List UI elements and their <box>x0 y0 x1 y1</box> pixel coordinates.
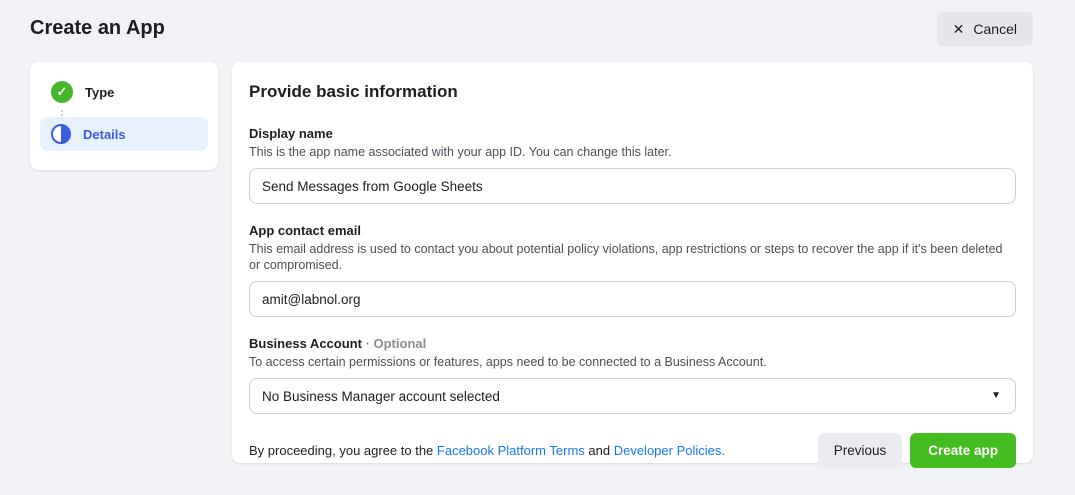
agreement-and: and <box>584 443 614 458</box>
page-title: Create an App <box>30 17 165 39</box>
developer-policies-link[interactable]: Developer Policies. <box>614 443 725 458</box>
form-footer: By proceeding, you agree to the Facebook… <box>249 433 1016 468</box>
check-circle-icon: ✓ <box>51 81 73 103</box>
connector-dot <box>61 110 63 112</box>
optional-text: · Optional <box>365 336 427 351</box>
check-icon: ✓ <box>56 84 68 99</box>
display-name-field-group: Display name This is the app name associ… <box>249 126 1016 204</box>
step-details[interactable]: Details <box>40 117 208 151</box>
business-account-label-text: Business Account <box>249 336 362 351</box>
cancel-button[interactable]: ✕ Cancel <box>936 12 1033 46</box>
business-account-select[interactable]: No Business Manager account selected ▼ <box>249 378 1016 414</box>
agreement-text: By proceeding, you agree to the Facebook… <box>249 443 810 458</box>
cancel-button-label: Cancel <box>973 21 1017 37</box>
close-icon: ✕ <box>952 21 965 37</box>
business-account-selected-value: No Business Manager account selected <box>262 388 500 404</box>
display-name-description: This is the app name associated with you… <box>249 145 672 159</box>
chevron-down-icon: ▼ <box>991 390 1001 401</box>
section-heading: Provide basic information <box>249 82 458 101</box>
business-account-field-group: Business Account · Optional To access ce… <box>249 336 1016 414</box>
create-app-button[interactable]: Create app <box>910 433 1016 468</box>
step-connector <box>61 109 208 117</box>
step-details-label: Details <box>83 126 126 142</box>
contact-email-input[interactable] <box>249 281 1016 317</box>
previous-button[interactable]: Previous <box>817 433 903 468</box>
display-name-input[interactable] <box>249 168 1016 204</box>
business-account-label: Business Account · Optional <box>249 336 1016 351</box>
connector-dot <box>61 114 63 116</box>
step-type-label: Type <box>85 84 115 100</box>
contact-email-description: This email address is used to contact yo… <box>249 242 1003 272</box>
half-circle-progress-icon <box>51 124 71 144</box>
optional-badge: · Optional <box>366 336 427 351</box>
platform-terms-link[interactable]: Facebook Platform Terms <box>437 443 585 458</box>
page-header: Create an App ✕ Cancel <box>0 0 1075 58</box>
contact-email-label: App contact email <box>249 223 361 238</box>
business-account-description: To access certain permissions or feature… <box>249 355 767 369</box>
step-type[interactable]: ✓ Type <box>40 75 208 109</box>
basic-information-panel: Provide basic information Display name T… <box>232 62 1033 468</box>
contact-email-field-group: App contact email This email address is … <box>249 223 1016 317</box>
agreement-prefix: By proceeding, you agree to the <box>249 443 437 458</box>
display-name-label: Display name <box>249 126 333 141</box>
steps-sidebar: ✓ Type Details <box>30 62 218 170</box>
